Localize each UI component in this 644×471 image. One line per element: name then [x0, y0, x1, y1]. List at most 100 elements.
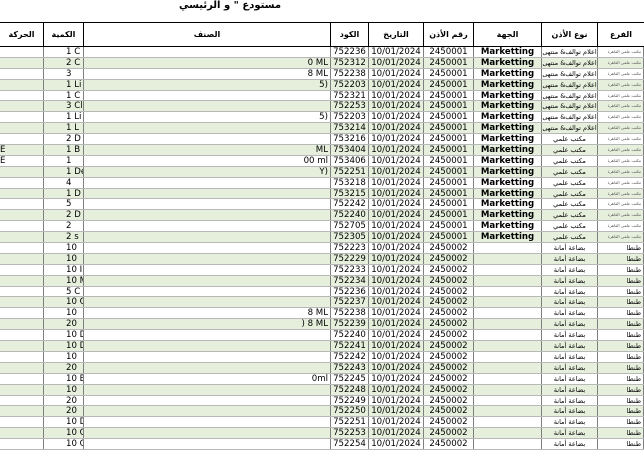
cell-date: 10/01/2024: [369, 68, 424, 80]
cell-code: 752203: [331, 79, 369, 91]
cell-branch: طنطا: [598, 286, 644, 298]
cell-qty: 10: [44, 384, 84, 396]
cell-branch: مكتب علمي القاهرة: [598, 123, 644, 135]
table-row: 10 Cle 75225310/01/20242450002 بضاعة أمانة…: [0, 428, 644, 440]
cell-qty: 5 C: [44, 286, 84, 298]
cell-perm-type: بضاعة أمانة: [542, 308, 598, 320]
cell-date: 10/01/2024: [369, 90, 424, 102]
cell-perm-type: بضاعة أمانة: [542, 417, 598, 429]
cell-movement: [0, 210, 44, 222]
cell-code: 752251: [331, 417, 369, 429]
table-row: 2 D 753216 10/01/2024 2450001 Marketting مكتب…: [0, 134, 644, 146]
cell-branch: مكتب علمي القاهرة: [598, 68, 644, 80]
cell-date: 10/01/2024: [369, 47, 424, 58]
cell-movement: [0, 308, 44, 320]
cell-perm-no: 2450001: [424, 112, 474, 124]
cell-date: 10/01/2024: [369, 275, 424, 287]
cell-code: 752236: [331, 47, 369, 58]
cell-entity: [474, 308, 542, 320]
cell-entity: Marketting: [474, 188, 542, 200]
cell-entity: Marketting: [474, 123, 542, 135]
cell-entity: [474, 417, 542, 429]
cell-code: 752237: [331, 297, 369, 309]
cell-branch: مكتب علمي القاهرة: [598, 47, 644, 58]
cell-qty: 3 Cle: [44, 101, 84, 113]
cell-date: 10/01/2024: [369, 341, 424, 352]
table-row: 1 C 752236 10/01/2024 2450001 Marketting اعلا…: [0, 47, 644, 58]
table-row: 10 752242 10/01/2024 2450002 بضاعة أمانة طنطا: [0, 351, 644, 363]
table-row: 10 752248 10/01/2024 2450002 بضاعة أمانة طنطا: [0, 384, 644, 396]
cell-code: 752223: [331, 243, 369, 254]
cell-qty: 2 C: [44, 57, 84, 69]
cell-movement: [0, 134, 44, 146]
cell-perm-no: 2450002: [424, 384, 474, 396]
cell-date: 10/01/2024: [369, 188, 424, 200]
cell-entity: Marketting: [474, 112, 542, 124]
cell-branch: طنطا: [598, 308, 644, 320]
cell-perm-no: 2450002: [424, 275, 474, 287]
cell-date: 10/01/2024: [369, 384, 424, 396]
cell-item: ML: [84, 145, 331, 156]
cell-code: 753215: [331, 188, 369, 200]
cell-perm-type: مكتب علمي: [542, 134, 598, 146]
cell-perm-type: بضاعة أمانة: [542, 243, 598, 254]
cell-date: 10/01/2024: [369, 308, 424, 320]
cell-entity: Marketting: [474, 57, 542, 69]
cell-item: [84, 384, 331, 396]
cell-item: 8 ML: [84, 68, 331, 80]
cell-movement: E: [0, 155, 44, 167]
cell-branch: طنطا: [598, 373, 644, 385]
cell-perm-no: 2450002: [424, 319, 474, 331]
cell-item: [84, 406, 331, 418]
cell-qty: 1 L: [44, 123, 84, 135]
cell-movement: [0, 395, 44, 407]
cell-code: 753404: [331, 145, 369, 156]
cell-date: 10/01/2024: [369, 221, 424, 233]
cell-perm-no: 2450002: [424, 428, 474, 440]
cell-code: 752229: [331, 253, 369, 265]
cell-movement: [0, 319, 44, 331]
cell-branch: طنطا: [598, 428, 644, 440]
table-body: 1 C 752236 10/01/2024 2450001 Marketting اعلا…: [0, 47, 644, 450]
cell-qty: 5: [44, 199, 84, 211]
table-row: 20 752249 10/01/2024 2450002 بضاعة أمانة طنطا: [0, 395, 644, 407]
cell-perm-no: 2450002: [424, 308, 474, 320]
cell-perm-type: مكتب علمي: [542, 166, 598, 178]
table-row: 1 D 753215 10/01/2024 2450001 Marketting مكتب…: [0, 188, 644, 200]
table-row: 1 DeY)75225110/01/20242450001Markettingم…: [0, 166, 644, 178]
cell-entity: [474, 297, 542, 309]
cell-code: 752240: [331, 330, 369, 342]
cell-code: 752254: [331, 439, 369, 450]
cell-perm-no: 2450001: [424, 90, 474, 102]
cell-entity: Marketting: [474, 166, 542, 178]
cell-entity: [474, 264, 542, 276]
cell-perm-type: مكتب علمي: [542, 155, 598, 167]
header-row: الحركة الكمية الصنف الكود التاريخ رقم ال…: [0, 22, 644, 47]
cell-perm-no: 2450001: [424, 145, 474, 156]
cell-code: 753216: [331, 134, 369, 146]
cell-perm-type: بضاعة أمانة: [542, 395, 598, 407]
table-row: 10 Bl0ml75224510/01/20242450002 بضاعة أما…: [0, 373, 644, 385]
cell-qty: 4: [44, 177, 84, 189]
cell-code: 752251: [331, 166, 369, 178]
cell-perm-type: مكتب علمي: [542, 199, 598, 211]
cell-perm-no: 2450001: [424, 177, 474, 189]
cell-entity: Marketting: [474, 145, 542, 156]
cell-perm-type: بضاعة أمانة: [542, 406, 598, 418]
cell-item: [84, 210, 331, 222]
table-row: 1 Li 5) 752203 10/01/2024 2450001 Marketting ا…: [0, 112, 644, 124]
cell-branch: مكتب علمي القاهرة: [598, 177, 644, 189]
cell-item: [84, 243, 331, 254]
cell-perm-type: اعلام توالف& منتهى: [542, 123, 598, 135]
cell-item: [84, 221, 331, 233]
cell-item: [84, 275, 331, 287]
cell-qty: 1 D: [44, 188, 84, 200]
cell-movement: [0, 90, 44, 102]
cell-item: 5): [84, 79, 331, 91]
cell-qty: 10: [44, 308, 84, 320]
table-row: 10 8 ML 752238 10/01/2024 2450002 بضاعة أمانة…: [0, 308, 644, 320]
cell-item: [84, 134, 331, 146]
cell-movement: [0, 221, 44, 233]
table-row: 10 M 75223410/01/20242450002 بضاعة أمانةطن…: [0, 275, 644, 287]
cell-qty: 10 M: [44, 275, 84, 287]
